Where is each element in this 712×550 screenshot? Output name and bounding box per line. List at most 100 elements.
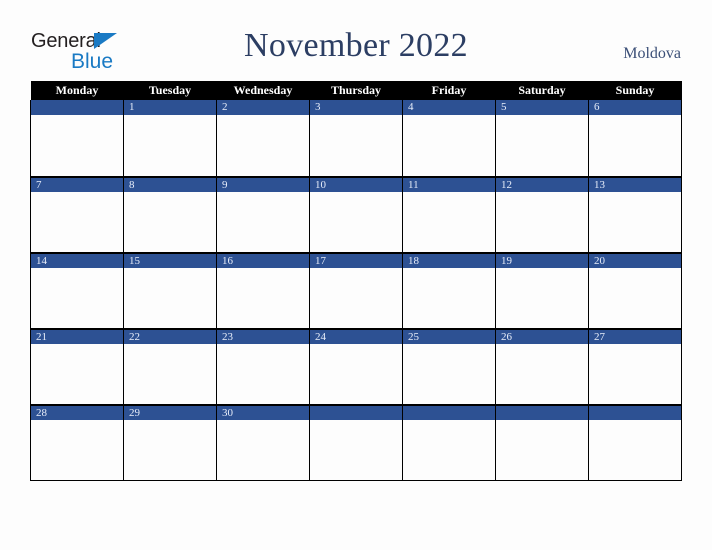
- day-event-area[interactable]: [403, 115, 495, 175]
- calendar-day-cell[interactable]: 19: [495, 252, 589, 329]
- calendar-day-cell[interactable]: 23: [216, 328, 310, 405]
- calendar-day-cell[interactable]: 17: [309, 252, 403, 329]
- day-event-area[interactable]: [403, 191, 495, 252]
- day-event-area[interactable]: [217, 115, 309, 175]
- day-event-area[interactable]: [217, 191, 309, 252]
- day-number: 4: [403, 100, 495, 115]
- calendar-day-cell[interactable]: 28: [30, 404, 124, 481]
- day-event-area[interactable]: [124, 267, 216, 328]
- weekday-header-sunday: Sunday: [588, 81, 682, 100]
- day-event-area[interactable]: [310, 419, 402, 480]
- calendar-day-cell[interactable]: [495, 404, 589, 481]
- day-event-area[interactable]: [124, 115, 216, 175]
- calendar-day-cell[interactable]: 20: [588, 252, 682, 329]
- day-event-area[interactable]: [310, 191, 402, 252]
- day-event-area[interactable]: [31, 343, 123, 404]
- calendar-day-cell[interactable]: 9: [216, 176, 310, 253]
- day-event-area[interactable]: [496, 191, 588, 252]
- day-event-area[interactable]: [217, 419, 309, 480]
- calendar-week-row: 7 8 9 10 11 12 13: [30, 176, 682, 253]
- day-event-area[interactable]: [403, 419, 495, 480]
- day-event-area[interactable]: [124, 419, 216, 480]
- calendar-day-cell[interactable]: 21: [30, 328, 124, 405]
- calendar-day-cell[interactable]: 11: [402, 176, 496, 253]
- day-event-area[interactable]: [31, 115, 123, 175]
- calendar-day-cell[interactable]: 2: [216, 100, 310, 177]
- region-label: Moldova: [623, 45, 681, 62]
- calendar-day-cell[interactable]: 13: [588, 176, 682, 253]
- day-number: 13: [589, 176, 681, 192]
- day-event-area[interactable]: [589, 343, 681, 404]
- calendar-day-cell[interactable]: 4: [402, 100, 496, 177]
- calendar-day-cell[interactable]: 3: [309, 100, 403, 177]
- day-number: 22: [124, 328, 216, 344]
- day-number: [496, 404, 588, 420]
- day-number: 12: [496, 176, 588, 192]
- calendar-day-cell[interactable]: 16: [216, 252, 310, 329]
- day-event-area[interactable]: [589, 115, 681, 175]
- day-event-area[interactable]: [310, 267, 402, 328]
- day-event-area[interactable]: [31, 191, 123, 252]
- day-event-area[interactable]: [124, 343, 216, 404]
- day-number: 3: [310, 100, 402, 115]
- day-event-area[interactable]: [496, 343, 588, 404]
- day-event-area[interactable]: [496, 419, 588, 480]
- calendar-day-cell[interactable]: 26: [495, 328, 589, 405]
- day-number: 26: [496, 328, 588, 344]
- weekday-header-monday: Monday: [30, 81, 124, 100]
- day-event-area[interactable]: [217, 343, 309, 404]
- calendar-day-cell[interactable]: 10: [309, 176, 403, 253]
- day-event-area[interactable]: [124, 191, 216, 252]
- weekday-header-row: Monday Tuesday Wednesday Thursday Friday…: [30, 81, 682, 100]
- day-number: 2: [217, 100, 309, 115]
- calendar-day-cell[interactable]: 29: [123, 404, 217, 481]
- day-event-area[interactable]: [217, 267, 309, 328]
- day-event-area[interactable]: [589, 191, 681, 252]
- day-event-area[interactable]: [403, 267, 495, 328]
- day-event-area[interactable]: [589, 267, 681, 328]
- day-number: 16: [217, 252, 309, 268]
- calendar-day-cell[interactable]: 27: [588, 328, 682, 405]
- day-event-area[interactable]: [496, 115, 588, 175]
- calendar-day-cell[interactable]: 15: [123, 252, 217, 329]
- calendar-day-cell[interactable]: 6: [588, 100, 682, 177]
- day-number: 14: [31, 252, 123, 268]
- calendar-day-cell[interactable]: 7: [30, 176, 124, 253]
- calendar-day-cell[interactable]: 12: [495, 176, 589, 253]
- calendar-day-cell[interactable]: [588, 404, 682, 481]
- weekday-header-wednesday: Wednesday: [216, 81, 310, 100]
- calendar-day-cell[interactable]: 14: [30, 252, 124, 329]
- weekday-header-saturday: Saturday: [495, 81, 589, 100]
- page-header: General Blue November 2022 Moldova: [0, 0, 712, 78]
- calendar-day-cell[interactable]: 8: [123, 176, 217, 253]
- day-number: [403, 404, 495, 420]
- calendar-day-cell[interactable]: 24: [309, 328, 403, 405]
- calendar-day-cell[interactable]: [30, 100, 124, 177]
- calendar-day-cell[interactable]: 18: [402, 252, 496, 329]
- calendar-day-cell[interactable]: [402, 404, 496, 481]
- calendar-week-row: 28 29 30: [30, 404, 682, 481]
- calendar-day-cell[interactable]: 5: [495, 100, 589, 177]
- day-number: 29: [124, 404, 216, 420]
- day-number: 25: [403, 328, 495, 344]
- day-number: 5: [496, 100, 588, 115]
- day-event-area[interactable]: [310, 343, 402, 404]
- day-number: 15: [124, 252, 216, 268]
- day-event-area[interactable]: [403, 343, 495, 404]
- day-event-area[interactable]: [310, 115, 402, 175]
- day-number: 24: [310, 328, 402, 344]
- calendar-day-cell[interactable]: [309, 404, 403, 481]
- day-number: 18: [403, 252, 495, 268]
- calendar-week-row: 14 15 16 17 18 19 20: [30, 252, 682, 329]
- day-event-area[interactable]: [31, 419, 123, 480]
- day-event-area[interactable]: [589, 419, 681, 480]
- month-calendar-grid: Monday Tuesday Wednesday Thursday Friday…: [30, 81, 682, 481]
- calendar-day-cell[interactable]: 22: [123, 328, 217, 405]
- weekday-header-friday: Friday: [402, 81, 496, 100]
- day-event-area[interactable]: [496, 267, 588, 328]
- calendar-day-cell[interactable]: 25: [402, 328, 496, 405]
- day-number: 28: [31, 404, 123, 420]
- day-event-area[interactable]: [31, 267, 123, 328]
- calendar-day-cell[interactable]: 1: [123, 100, 217, 177]
- calendar-day-cell[interactable]: 30: [216, 404, 310, 481]
